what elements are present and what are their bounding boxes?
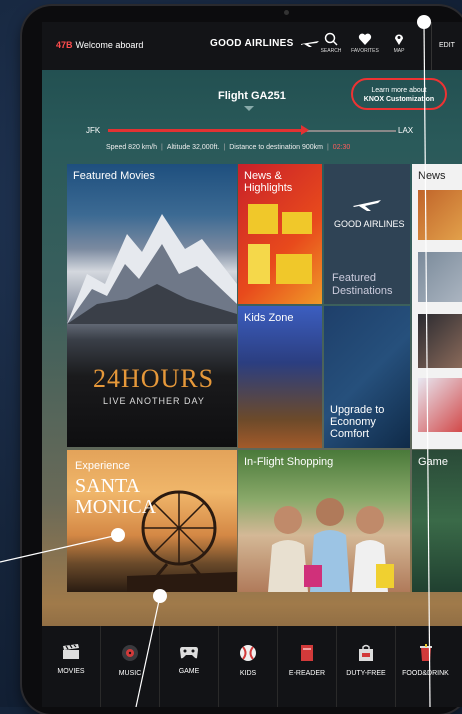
callout-lines bbox=[0, 15, 431, 707]
